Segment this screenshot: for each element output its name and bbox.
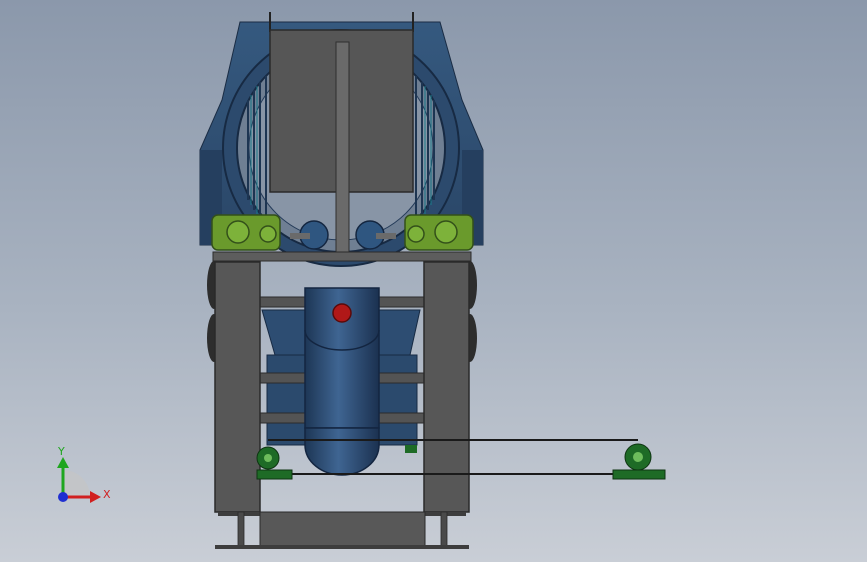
small-bracket (405, 445, 417, 453)
left-pillow-block (256, 446, 293, 480)
z-axis-dot (58, 492, 68, 502)
machine-drawing: Y X (57, 12, 666, 549)
right-drive-motor (404, 214, 474, 251)
left-drive-motor (211, 214, 281, 251)
x-axis-arrowhead (90, 491, 101, 503)
right-pillow-block (612, 443, 666, 480)
triad-plane-indicator (63, 470, 90, 497)
central-chute (304, 287, 380, 476)
axis-triad: Y X (57, 445, 111, 503)
y-axis-label: Y (57, 445, 65, 458)
y-axis-arrowhead (57, 457, 69, 468)
x-axis-label: X (103, 488, 111, 501)
cad-viewport[interactable]: Y X (0, 0, 867, 562)
machine-base (215, 511, 469, 549)
center-hole (332, 303, 352, 323)
top-cross-beam (212, 251, 472, 262)
